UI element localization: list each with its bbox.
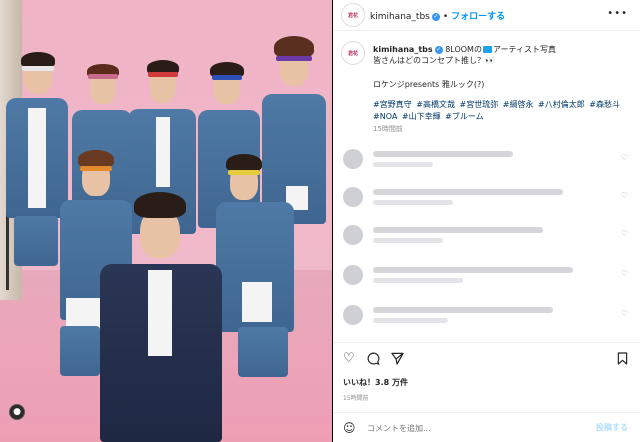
comment-like-icon[interactable]: ♡ bbox=[621, 269, 628, 278]
comment-like-icon[interactable]: ♡ bbox=[621, 309, 628, 318]
separator-dot: • bbox=[442, 12, 449, 22]
bookmark-icon[interactable] bbox=[617, 352, 628, 368]
hashtag-link[interactable]: #綱啓永 bbox=[503, 100, 534, 109]
blurred-comment-line bbox=[373, 267, 573, 273]
emoji-icon[interactable]: ☺ bbox=[343, 421, 356, 435]
comment-like-icon[interactable]: ♡ bbox=[621, 153, 628, 162]
hashtag-link[interactable]: #ブルーム bbox=[445, 112, 483, 121]
comment-composer: ☺ 投稿する bbox=[333, 412, 640, 442]
post-comment-button[interactable]: 投稿する bbox=[596, 422, 628, 433]
caption-avatar[interactable]: 君花 bbox=[341, 41, 365, 65]
post-timestamp: 15時間前 bbox=[343, 395, 369, 402]
tagged-users-icon[interactable]: ● bbox=[9, 404, 25, 420]
caption-hashtags: #宮野真守 #高橋文哉 #宮世琉弥 #綱啓永 #八村倫太郎 #森愁斗 #NOA … bbox=[373, 99, 635, 123]
comment-item-blurred: ♡ bbox=[333, 221, 640, 251]
hashtag-link[interactable]: #宮世琉弥 bbox=[460, 100, 499, 109]
commenter-avatar bbox=[343, 265, 363, 285]
account-avatar[interactable]: 君花 bbox=[341, 3, 365, 27]
hashtag-link[interactable]: #八村倫太郎 bbox=[538, 100, 585, 109]
post-photo[interactable]: ● bbox=[0, 0, 332, 442]
comment-item-blurred: ♡ bbox=[333, 301, 640, 331]
heart-icon[interactable]: ♡ bbox=[343, 352, 355, 365]
like-count[interactable]: いいね！3.8 万件 bbox=[343, 377, 408, 388]
comment-like-icon[interactable]: ♡ bbox=[621, 229, 628, 238]
caption-timestamp: 15時間前 bbox=[373, 125, 403, 133]
caption-verified-icon: ✓ bbox=[434, 45, 443, 54]
post-actions-bar: ♡ bbox=[333, 342, 640, 372]
hashtag-link[interactable]: #山下幸輝 bbox=[402, 112, 441, 121]
post-caption: 君花 kimihana_tbs ✓ 8LOOMの アーティスト写真 皆さんはどのコン… bbox=[333, 31, 640, 141]
comments-list[interactable]: ♡ ♡ ♡ ♡ ♡ bbox=[333, 143, 640, 338]
blurred-comment-meta bbox=[373, 200, 453, 205]
blurred-comment-meta bbox=[373, 162, 433, 167]
blue-box-emoji-icon bbox=[482, 46, 492, 53]
caption-line-2: 皆さんはどのコンセプト推し？👀 bbox=[373, 56, 495, 65]
more-options-icon[interactable]: ••• bbox=[607, 8, 628, 19]
blurred-comment-line bbox=[373, 151, 513, 157]
comment-input[interactable] bbox=[367, 422, 587, 434]
blurred-comment-line bbox=[373, 189, 563, 195]
blurred-comment-meta bbox=[373, 318, 448, 323]
hashtag-link[interactable]: #高橋文哉 bbox=[416, 100, 455, 109]
post-side-panel: 君花 kimihana_tbs ✓ • フォローする ••• 君花 kimihana_… bbox=[333, 0, 640, 442]
account-username[interactable]: kimihana_tbs bbox=[370, 12, 430, 22]
header-account-line: kimihana_tbs ✓ • フォローする bbox=[370, 9, 505, 22]
blurred-comment-meta bbox=[373, 238, 443, 243]
comment-item-blurred: ♡ bbox=[333, 145, 640, 175]
caption-line1-pre: 8LOOMの bbox=[445, 45, 482, 54]
commenter-avatar bbox=[343, 149, 363, 169]
hashtag-link[interactable]: #宮野真守 bbox=[373, 100, 412, 109]
caption-username[interactable]: kimihana_tbs bbox=[373, 45, 433, 54]
instagram-post-window: ● 君花 kimihana_tbs ✓ • フォローする ••• 君花 kimihan… bbox=[0, 0, 640, 442]
caption-line-3: ロケンジpresents 雅ルック(?) bbox=[373, 80, 485, 89]
follow-button[interactable]: フォローする bbox=[451, 12, 505, 22]
commenter-avatar bbox=[343, 225, 363, 245]
caption-line-1: kimihana_tbs ✓ 8LOOMの アーティスト写真 bbox=[373, 44, 633, 55]
commenter-avatar bbox=[343, 187, 363, 207]
comment-icon[interactable] bbox=[367, 352, 380, 368]
blurred-comment-meta bbox=[373, 278, 463, 283]
post-header: 君花 kimihana_tbs ✓ • フォローする ••• bbox=[333, 0, 640, 31]
commenter-avatar bbox=[343, 305, 363, 325]
person-8-front bbox=[96, 186, 226, 442]
comment-item-blurred: ♡ bbox=[333, 183, 640, 213]
share-icon[interactable] bbox=[391, 352, 404, 368]
comment-like-icon[interactable]: ♡ bbox=[621, 191, 628, 200]
verified-badge-icon: ✓ bbox=[431, 12, 440, 21]
caption-line1-post: アーティスト写真 bbox=[492, 45, 556, 54]
hashtag-link[interactable]: #NOA bbox=[373, 112, 397, 121]
blurred-comment-line bbox=[373, 307, 553, 313]
hashtag-link[interactable]: #森愁斗 bbox=[589, 100, 620, 109]
comment-item-blurred: ♡ bbox=[333, 261, 640, 291]
blurred-comment-line bbox=[373, 227, 543, 233]
